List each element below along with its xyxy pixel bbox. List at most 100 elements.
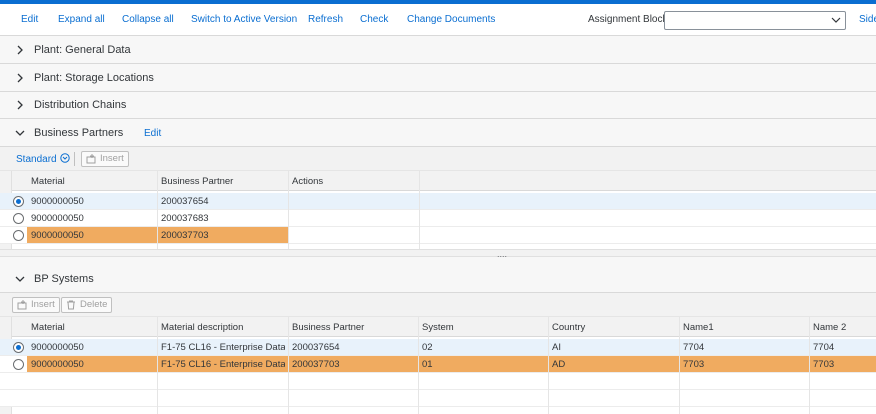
column-header-name2[interactable]: Name 2 [813,322,846,333]
row-select-radio[interactable] [13,213,24,224]
column-header-business-partner[interactable]: Business Partner [292,322,364,333]
chevron-down-icon[interactable] [15,128,25,138]
cell-business-partner: 200037654 [292,342,340,353]
row-highlight [27,356,876,372]
cell-business-partner: 200037683 [161,213,209,224]
table-header: Material Business Partner Actions [0,171,876,191]
change-documents-button[interactable]: Change Documents [407,14,495,25]
cell-material: 9000000050 [31,196,84,207]
column-divider [288,317,289,414]
section-title: Plant: General Data [34,44,131,56]
business-partners-edit-button[interactable]: Edit [144,128,161,139]
column-divider [157,171,158,249]
column-header-material[interactable]: Material [31,176,65,187]
table-row[interactable]: 9000000050 F1-75 CL16 - Enterprise Data … [0,356,876,373]
column-divider [157,317,158,414]
section-plant-general-data[interactable]: Plant: General Data [0,37,876,64]
refresh-button[interactable]: Refresh [308,14,343,25]
row-select-radio[interactable] [13,230,24,241]
cell-name1: 7704 [683,342,705,353]
object-toolbar: Edit Expand all Collapse all Switch to A… [0,4,876,36]
column-header-material-description[interactable]: Material description [161,322,243,333]
assignment-block-label: Assignment Block: [588,14,671,25]
business-partners-toolbar: Standard Insert [0,147,876,171]
section-title: Business Partners [34,127,124,139]
check-button[interactable]: Check [360,14,388,25]
section-plant-storage-locations[interactable]: Plant: Storage Locations [0,65,876,92]
chevron-right-icon[interactable] [15,73,25,83]
chevron-right-icon[interactable] [15,45,25,55]
section-title: Plant: Storage Locations [34,72,154,84]
cell-name2: 7703 [813,359,835,370]
column-divider [548,317,549,414]
side-panel-button[interactable]: Side [859,14,876,25]
column-header-material[interactable]: Material [31,322,65,333]
cell-material: 9000000050 [31,230,84,241]
edit-button[interactable]: Edit [21,14,38,25]
table-row-empty [0,373,876,390]
variant-selector[interactable]: Standard [16,153,71,165]
column-divider [288,171,289,249]
collapse-all-button[interactable]: Collapse all [122,14,174,25]
row-select-radio[interactable] [13,196,24,207]
delete-label: Delete [80,299,108,310]
column-header-name1[interactable]: Name1 [683,322,714,333]
chevron-down-icon [831,17,841,23]
column-divider [418,317,419,414]
insert-row-icon [86,154,96,164]
table-row[interactable]: 9000000050 200037654 [0,193,876,210]
cell-country: AI [552,342,561,353]
cell-material: 9000000050 [31,342,84,353]
column-header-business-partner[interactable]: Business Partner [161,176,233,187]
bp-insert-button[interactable]: Insert [81,151,129,167]
expand-all-button[interactable]: Expand all [58,14,105,25]
column-header-system[interactable]: System [422,322,454,333]
bp-systems-insert-button[interactable]: Insert [12,297,60,313]
trash-icon [67,300,75,310]
cell-business-partner: 200037654 [161,196,209,207]
cell-business-partner: 200037703 [292,359,340,370]
cell-material-description: F1-75 CL16 - Enterprise Data [161,342,285,353]
column-divider [419,171,420,249]
table-row-empty [0,390,876,407]
table-row[interactable]: 9000000050 F1-75 CL16 - Enterprise Data … [0,339,876,356]
business-partners-table: Material Business Partner Actions 900000… [0,171,876,249]
cell-country: AD [552,359,566,370]
insert-label: Insert [100,153,124,164]
cell-system: 02 [422,342,433,353]
column-divider [679,317,680,414]
bp-systems-delete-button[interactable]: Delete [61,297,113,313]
cell-name2: 7704 [813,342,835,353]
chevron-right-icon[interactable] [15,100,25,110]
cell-material: 9000000050 [31,213,84,224]
cell-business-partner: 200037703 [161,230,209,241]
cell-system: 01 [422,359,433,370]
switch-active-version-button[interactable]: Switch to Active Version [191,14,297,25]
insert-label: Insert [31,299,55,310]
section-title: BP Systems [34,273,94,285]
toolbar-divider [74,152,75,166]
row-select-radio[interactable] [13,359,24,370]
section-title: Distribution Chains [34,99,127,111]
section-bp-systems[interactable]: BP Systems [0,266,876,293]
section-distribution-chains[interactable]: Distribution Chains [0,92,876,119]
insert-row-icon [17,300,27,310]
bp-systems-toolbar: Insert Delete [0,293,876,317]
circle-chevron-down-icon [60,153,71,163]
cell-material: 9000000050 [31,359,84,370]
assignment-block-select[interactable] [664,11,846,30]
section-business-partners[interactable]: Business Partners Edit [0,120,876,147]
row-select-radio[interactable] [13,342,24,353]
column-header-country[interactable]: Country [552,322,585,333]
table-row[interactable]: 9000000050 200037703 [0,227,876,244]
table-row[interactable]: 9000000050 200037683 [0,210,876,227]
cell-material-description: F1-75 CL16 - Enterprise Data [161,359,285,370]
table-resize-handle[interactable]: .... [0,249,876,259]
table-header: Material Material description Business P… [0,317,876,337]
drag-handle-icon: .... [497,249,508,259]
cell-name1: 7703 [683,359,705,370]
column-divider [809,317,810,414]
variant-label: Standard [16,154,57,165]
column-header-actions[interactable]: Actions [292,176,323,187]
chevron-down-icon[interactable] [15,274,25,284]
